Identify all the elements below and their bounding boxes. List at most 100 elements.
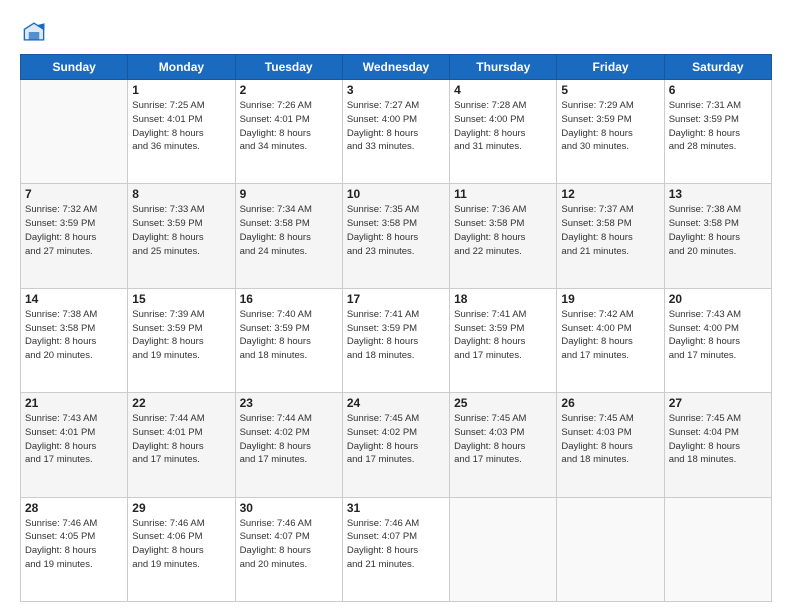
day-number: 28 bbox=[25, 501, 123, 515]
weekday-header-friday: Friday bbox=[557, 55, 664, 80]
day-number: 17 bbox=[347, 292, 445, 306]
day-number: 21 bbox=[25, 396, 123, 410]
day-number: 3 bbox=[347, 83, 445, 97]
calendar-cell: 29 Sunrise: 7:46 AM Sunset: 4:06 PM Dayli… bbox=[128, 497, 235, 601]
day-number: 8 bbox=[132, 187, 230, 201]
calendar-cell bbox=[664, 497, 771, 601]
calendar-cell: 13Sunrise: 7:38 AM Sunset: 3:58 PM Dayli… bbox=[664, 184, 771, 288]
day-detail: Sunrise: 7:31 AM Sunset: 3:59 PM Dayligh… bbox=[669, 99, 767, 154]
day-detail: Sunrise: 7:45 AM Sunset: 4:02 PM Dayligh… bbox=[347, 412, 445, 467]
day-detail: Sunrise: 7:45 AM Sunset: 4:04 PM Dayligh… bbox=[669, 412, 767, 467]
day-detail: Sunrise: 7:38 AM Sunset: 3:58 PM Dayligh… bbox=[25, 308, 123, 363]
page: SundayMondayTuesdayWednesdayThursdayFrid… bbox=[0, 0, 792, 612]
calendar-cell: 21 Sunrise: 7:43 AM Sunset: 4:01 PM Dayli… bbox=[21, 393, 128, 497]
day-detail: Sunrise: 7:33 AM Sunset: 3:59 PM Dayligh… bbox=[132, 203, 230, 258]
calendar-cell: 12 Sunrise: 7:37 AM Sunset: 3:58 PM Dayli… bbox=[557, 184, 664, 288]
day-detail: Sunrise: 7:46 AM Sunset: 4:07 PM Dayligh… bbox=[347, 517, 445, 572]
logo-icon bbox=[20, 18, 48, 46]
calendar-cell bbox=[21, 80, 128, 184]
week-row-3: 14 Sunrise: 7:38 AM Sunset: 3:58 PM Dayli… bbox=[21, 288, 772, 392]
day-number: 5 bbox=[561, 83, 659, 97]
calendar-cell: 30 Sunrise: 7:46 AM Sunset: 4:07 PM Dayli… bbox=[235, 497, 342, 601]
day-detail: Sunrise: 7:39 AM Sunset: 3:59 PM Dayligh… bbox=[132, 308, 230, 363]
calendar-cell: 20 Sunrise: 7:43 AM Sunset: 4:00 PM Dayli… bbox=[664, 288, 771, 392]
day-detail: Sunrise: 7:29 AM Sunset: 3:59 PM Dayligh… bbox=[561, 99, 659, 154]
day-detail: Sunrise: 7:32 AM Sunset: 3:59 PM Dayligh… bbox=[25, 203, 123, 258]
day-detail: Sunrise: 7:25 AM Sunset: 4:01 PM Dayligh… bbox=[132, 99, 230, 154]
day-detail: Sunrise: 7:45 AM Sunset: 4:03 PM Dayligh… bbox=[454, 412, 552, 467]
calendar-cell: 25Sunrise: 7:45 AM Sunset: 4:03 PM Dayli… bbox=[450, 393, 557, 497]
day-detail: Sunrise: 7:41 AM Sunset: 3:59 PM Dayligh… bbox=[454, 308, 552, 363]
day-detail: Sunrise: 7:44 AM Sunset: 4:02 PM Dayligh… bbox=[240, 412, 338, 467]
day-number: 30 bbox=[240, 501, 338, 515]
day-number: 31 bbox=[347, 501, 445, 515]
day-detail: Sunrise: 7:28 AM Sunset: 4:00 PM Dayligh… bbox=[454, 99, 552, 154]
weekday-header-saturday: Saturday bbox=[664, 55, 771, 80]
week-row-5: 28 Sunrise: 7:46 AM Sunset: 4:05 PM Dayli… bbox=[21, 497, 772, 601]
day-detail: Sunrise: 7:43 AM Sunset: 4:01 PM Dayligh… bbox=[25, 412, 123, 467]
day-number: 27 bbox=[669, 396, 767, 410]
day-detail: Sunrise: 7:46 AM Sunset: 4:05 PM Dayligh… bbox=[25, 517, 123, 572]
calendar-cell: 4 Sunrise: 7:28 AM Sunset: 4:00 PM Daylig… bbox=[450, 80, 557, 184]
week-row-2: 7 Sunrise: 7:32 AM Sunset: 3:59 PM Daylig… bbox=[21, 184, 772, 288]
day-number: 4 bbox=[454, 83, 552, 97]
weekday-header-wednesday: Wednesday bbox=[342, 55, 449, 80]
calendar-cell bbox=[557, 497, 664, 601]
week-row-1: 1 Sunrise: 7:25 AM Sunset: 4:01 PM Daylig… bbox=[21, 80, 772, 184]
day-number: 15 bbox=[132, 292, 230, 306]
day-number: 7 bbox=[25, 187, 123, 201]
day-number: 29 bbox=[132, 501, 230, 515]
day-detail: Sunrise: 7:36 AM Sunset: 3:58 PM Dayligh… bbox=[454, 203, 552, 258]
day-number: 13 bbox=[669, 187, 767, 201]
day-number: 10 bbox=[347, 187, 445, 201]
calendar-cell: 1 Sunrise: 7:25 AM Sunset: 4:01 PM Daylig… bbox=[128, 80, 235, 184]
day-number: 12 bbox=[561, 187, 659, 201]
week-row-4: 21 Sunrise: 7:43 AM Sunset: 4:01 PM Dayli… bbox=[21, 393, 772, 497]
calendar-cell: 22 Sunrise: 7:44 AM Sunset: 4:01 PM Dayli… bbox=[128, 393, 235, 497]
day-number: 14 bbox=[25, 292, 123, 306]
day-number: 11 bbox=[454, 187, 552, 201]
day-number: 22 bbox=[132, 396, 230, 410]
day-number: 24 bbox=[347, 396, 445, 410]
calendar-cell: 11 Sunrise: 7:36 AM Sunset: 3:58 PM Dayli… bbox=[450, 184, 557, 288]
day-detail: Sunrise: 7:43 AM Sunset: 4:00 PM Dayligh… bbox=[669, 308, 767, 363]
day-detail: Sunrise: 7:27 AM Sunset: 4:00 PM Dayligh… bbox=[347, 99, 445, 154]
calendar-cell: 16 Sunrise: 7:40 AM Sunset: 3:59 PM Dayli… bbox=[235, 288, 342, 392]
calendar-cell: 7 Sunrise: 7:32 AM Sunset: 3:59 PM Daylig… bbox=[21, 184, 128, 288]
calendar-cell bbox=[450, 497, 557, 601]
calendar-cell: 31 Sunrise: 7:46 AM Sunset: 4:07 PM Dayli… bbox=[342, 497, 449, 601]
day-number: 26 bbox=[561, 396, 659, 410]
day-detail: Sunrise: 7:40 AM Sunset: 3:59 PM Dayligh… bbox=[240, 308, 338, 363]
calendar-cell: 2 Sunrise: 7:26 AM Sunset: 4:01 PM Daylig… bbox=[235, 80, 342, 184]
day-number: 2 bbox=[240, 83, 338, 97]
day-detail: Sunrise: 7:46 AM Sunset: 4:06 PM Dayligh… bbox=[132, 517, 230, 572]
calendar-table: SundayMondayTuesdayWednesdayThursdayFrid… bbox=[20, 54, 772, 602]
header bbox=[20, 18, 772, 46]
weekday-header-row: SundayMondayTuesdayWednesdayThursdayFrid… bbox=[21, 55, 772, 80]
day-detail: Sunrise: 7:26 AM Sunset: 4:01 PM Dayligh… bbox=[240, 99, 338, 154]
calendar-cell: 28 Sunrise: 7:46 AM Sunset: 4:05 PM Dayli… bbox=[21, 497, 128, 601]
calendar-cell: 24 Sunrise: 7:45 AM Sunset: 4:02 PM Dayli… bbox=[342, 393, 449, 497]
day-number: 1 bbox=[132, 83, 230, 97]
calendar-cell: 18 Sunrise: 7:41 AM Sunset: 3:59 PM Dayli… bbox=[450, 288, 557, 392]
logo bbox=[20, 18, 52, 46]
day-number: 18 bbox=[454, 292, 552, 306]
day-number: 6 bbox=[669, 83, 767, 97]
day-detail: Sunrise: 7:46 AM Sunset: 4:07 PM Dayligh… bbox=[240, 517, 338, 572]
weekday-header-tuesday: Tuesday bbox=[235, 55, 342, 80]
day-detail: Sunrise: 7:42 AM Sunset: 4:00 PM Dayligh… bbox=[561, 308, 659, 363]
calendar-cell: 23Sunrise: 7:44 AM Sunset: 4:02 PM Dayli… bbox=[235, 393, 342, 497]
calendar-cell: 27 Sunrise: 7:45 AM Sunset: 4:04 PM Dayli… bbox=[664, 393, 771, 497]
calendar-cell: 26Sunrise: 7:45 AM Sunset: 4:03 PM Dayli… bbox=[557, 393, 664, 497]
day-number: 20 bbox=[669, 292, 767, 306]
calendar-cell: 17Sunrise: 7:41 AM Sunset: 3:59 PM Dayli… bbox=[342, 288, 449, 392]
calendar-cell: 15 Sunrise: 7:39 AM Sunset: 3:59 PM Dayli… bbox=[128, 288, 235, 392]
day-detail: Sunrise: 7:37 AM Sunset: 3:58 PM Dayligh… bbox=[561, 203, 659, 258]
calendar-cell: 9Sunrise: 7:34 AM Sunset: 3:58 PM Daylig… bbox=[235, 184, 342, 288]
day-number: 9 bbox=[240, 187, 338, 201]
calendar-cell: 3 Sunrise: 7:27 AM Sunset: 4:00 PM Daylig… bbox=[342, 80, 449, 184]
day-number: 19 bbox=[561, 292, 659, 306]
calendar-cell: 14 Sunrise: 7:38 AM Sunset: 3:58 PM Dayli… bbox=[21, 288, 128, 392]
day-detail: Sunrise: 7:44 AM Sunset: 4:01 PM Dayligh… bbox=[132, 412, 230, 467]
day-number: 16 bbox=[240, 292, 338, 306]
